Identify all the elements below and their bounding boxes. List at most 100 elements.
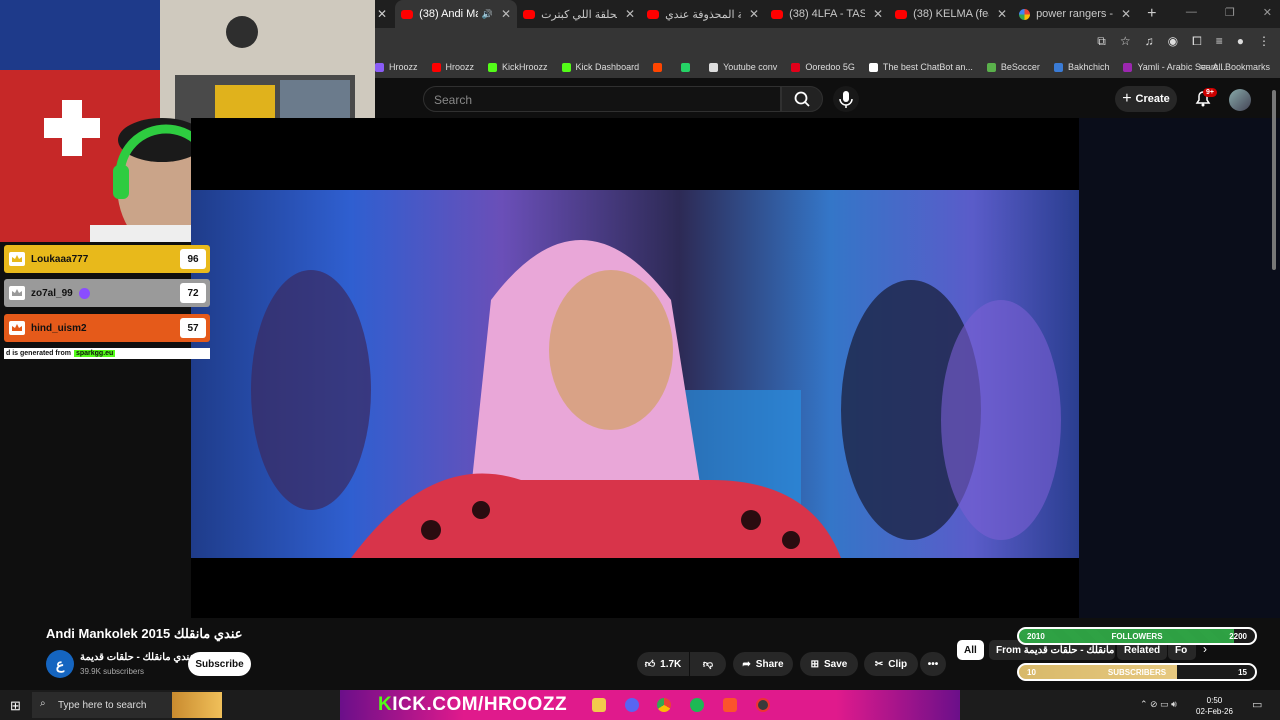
- more-actions-button[interactable]: •••: [920, 652, 946, 676]
- subscriber-count: 39.9K subscribers: [80, 667, 145, 676]
- chrome-icon[interactable]: [657, 698, 671, 712]
- share-button[interactable]: ➦ Share: [733, 652, 793, 676]
- video-info: Andi Mankolek 2015 عندي مانقلك ع عندي ما…: [0, 618, 1280, 690]
- more-dots-icon: •••: [927, 658, 939, 670]
- tab-1[interactable]: الحلقة اللي كبترت 🔥 ✕: [517, 0, 641, 28]
- dislike-button[interactable]: 👎︎: [690, 652, 726, 676]
- bookmark-item[interactable]: [681, 62, 695, 72]
- clock[interactable]: 0:50 02-Feb-26: [1196, 695, 1233, 717]
- close-icon[interactable]: ✕: [501, 7, 511, 21]
- create-button[interactable]: + Create: [1115, 86, 1177, 112]
- subscribers-label: SUBSCRIBERS: [1107, 667, 1167, 677]
- extension-audio-icon[interactable]: ◉: [1168, 34, 1178, 49]
- channel-name[interactable]: عندي مانقلك - حلقات قديمة: [80, 652, 195, 663]
- kick-url-rest: ICK.COM/HROOZZ: [392, 694, 568, 715]
- extensions-puzzle-icon[interactable]: ⧠: [1192, 34, 1202, 49]
- tab-0[interactable]: (38) Andi Mankolek 🔊 ✕: [395, 0, 518, 28]
- tab-2[interactable]: الحلقة المحذوفة عندي ✕: [641, 0, 765, 28]
- bookmark-item[interactable]: KickHroozz: [488, 62, 548, 72]
- bookmark-favicon-icon: [986, 62, 996, 72]
- tab-3[interactable]: (38) 4LFA - TASB9A ( ✕: [765, 0, 889, 28]
- crown-icon: [9, 321, 25, 335]
- all-bookmarks-button[interactable]: ▭ All Bookmarks: [1199, 61, 1270, 72]
- tab-4[interactable]: (38) KELMA (feat. AL ✕: [889, 0, 1013, 28]
- kick-banner: KICK.COM/HROOZZ: [340, 690, 960, 720]
- scissors-icon: ✂: [874, 658, 884, 670]
- youtube-icon: [895, 9, 908, 19]
- leaderboard-row: hind_uism2 57: [4, 314, 210, 342]
- bookmark-item[interactable]: Kick Dashboard: [561, 62, 640, 72]
- side-panel: [1079, 118, 1280, 618]
- bookmark-favicon-icon: [1123, 62, 1133, 72]
- speaker-icon[interactable]: 🔊: [482, 9, 493, 20]
- subscribe-button[interactable]: Subscribe: [188, 652, 251, 676]
- tray-icons[interactable]: ⌃ ⊘ ▭ 🔊︎: [1140, 699, 1177, 710]
- close-icon[interactable]: ✕: [997, 7, 1007, 21]
- menu-dots-icon[interactable]: ⋮: [1258, 34, 1270, 49]
- kick-k: K: [378, 694, 393, 715]
- obs-icon[interactable]: [756, 698, 770, 712]
- chip-label: From عندي مانقلك - حلقات قديمة: [996, 644, 1115, 656]
- like-button[interactable]: 👍︎ 1.7K: [637, 652, 689, 676]
- bookmark-item[interactable]: Hroozz: [431, 62, 474, 72]
- bookmark-label: Youtube conv: [723, 62, 778, 72]
- crown-icon: [9, 252, 25, 266]
- leaderboard-name: hind_uism2: [31, 322, 87, 334]
- search-button[interactable]: [781, 86, 823, 112]
- bookmark-item[interactable]: Ooredoo 5G: [791, 62, 855, 72]
- close-icon[interactable]: ✕: [377, 7, 387, 21]
- install-icon[interactable]: ⧉: [1097, 34, 1106, 49]
- close-icon[interactable]: ✕: [625, 7, 635, 21]
- star-icon[interactable]: ☆: [1120, 34, 1131, 49]
- windows-start-icon[interactable]: ⊞: [10, 698, 21, 714]
- profile-icon[interactable]: ●: [1237, 34, 1244, 49]
- tab-title: الحلقة المحذوفة عندي: [665, 8, 741, 21]
- discord-icon[interactable]: [625, 698, 639, 712]
- video-player[interactable]: [191, 118, 1079, 618]
- channel-avatar[interactable]: ع: [46, 650, 74, 678]
- bookmark-item[interactable]: Bakhchich: [1053, 62, 1109, 72]
- close-icon[interactable]: ✕: [873, 7, 883, 21]
- bookmark-favicon-icon: [561, 62, 571, 72]
- search-input[interactable]: Search: [423, 86, 781, 112]
- brave-icon[interactable]: [723, 698, 737, 712]
- save-button[interactable]: ⊞ Save: [800, 652, 858, 676]
- minimize-icon[interactable]: —: [1186, 6, 1197, 19]
- chip-label: All: [964, 644, 977, 656]
- chip-all[interactable]: All: [957, 640, 984, 660]
- search-icon: [794, 91, 810, 107]
- subscribers-current: 10: [1027, 667, 1036, 677]
- video-frame: [191, 190, 1079, 558]
- clock-time: 0:50: [1206, 696, 1223, 705]
- avatar[interactable]: [1229, 89, 1251, 111]
- tab-5[interactable]: power rangers - Goo ✕: [1013, 0, 1137, 28]
- thumbs-down-icon: 👎︎: [702, 659, 714, 670]
- close-icon[interactable]: ✕: [1121, 7, 1131, 21]
- media-control-icon[interactable]: ≡: [1216, 34, 1223, 49]
- close-window-icon[interactable]: ✕: [1263, 6, 1272, 19]
- share-label: Share: [755, 658, 784, 670]
- thumbs-up-icon: 👍︎: [644, 659, 656, 670]
- voice-search-button[interactable]: [833, 86, 859, 112]
- bookmark-favicon-icon: [375, 62, 384, 72]
- extension-music-icon[interactable]: ♫: [1145, 34, 1154, 49]
- clip-button[interactable]: ✂ Clip: [864, 652, 918, 676]
- bookmark-item[interactable]: [653, 62, 667, 72]
- clock-date: 02-Feb-26: [1196, 707, 1233, 716]
- bookmark-item[interactable]: BeSoccer: [986, 62, 1040, 72]
- create-label: Create: [1135, 93, 1170, 105]
- spotify-icon[interactable]: [690, 698, 704, 712]
- notification-center-icon[interactable]: ▭: [1252, 698, 1262, 711]
- bookmark-item[interactable]: Hroozz: [375, 62, 418, 72]
- new-tab-icon[interactable]: +: [1147, 5, 1156, 23]
- close-icon[interactable]: ✕: [749, 7, 759, 21]
- bookmark-label: Ooredoo 5G: [805, 62, 855, 72]
- bookmark-item[interactable]: The best ChatBot an...: [868, 62, 973, 72]
- scrollbar[interactable]: [1272, 90, 1276, 270]
- bookmark-item[interactable]: Youtube conv: [709, 62, 777, 72]
- bookmark-label: Kick Dashboard: [575, 62, 640, 72]
- file-explorer-icon[interactable]: [592, 698, 606, 712]
- leaderboard-name: Loukaaa777: [31, 253, 89, 265]
- like-count: 1.7K: [660, 658, 682, 670]
- restore-icon[interactable]: ❐: [1225, 6, 1235, 19]
